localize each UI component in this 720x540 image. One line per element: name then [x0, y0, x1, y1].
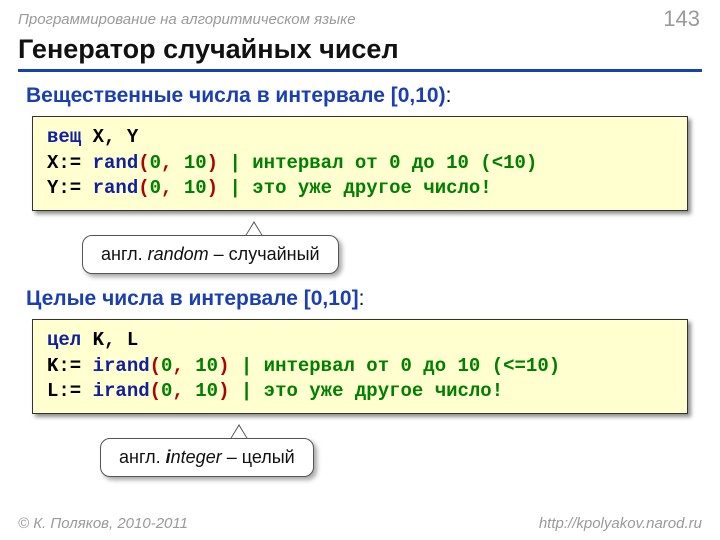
- callout-real-wrap: англ. random – случайный: [0, 223, 720, 285]
- callout-text: – случайный: [209, 244, 320, 264]
- code-token: 0: [161, 355, 172, 377]
- code-token: (: [138, 152, 149, 174]
- heading-real-text: Вещественные числа в интервале [0,10): [26, 84, 446, 107]
- callout-word: random: [148, 244, 209, 264]
- callout-int-wrap: англ. integer – целый: [0, 426, 720, 488]
- colon: :: [359, 287, 365, 310]
- code-token: ): [207, 152, 218, 174]
- heading-real: Вещественные числа в интервале [0,10):: [26, 84, 698, 108]
- code-token: 10: [195, 380, 218, 402]
- code-comment: | интервал от 0 до 10 (<=10): [229, 355, 560, 377]
- code-token: X:=: [47, 152, 93, 174]
- course-title: Программирование на алгоритмическом язык…: [18, 11, 356, 28]
- code-token: ,: [161, 177, 184, 199]
- callout-tail: [245, 221, 263, 236]
- callout-integer: англ. integer – целый: [100, 438, 314, 477]
- code-token: ,: [161, 152, 184, 174]
- code-token: 0: [150, 152, 161, 174]
- colon: :: [446, 84, 452, 107]
- slide: { "top": { "course": "Программирование н…: [0, 0, 720, 540]
- code-comment: | это уже другое число!: [218, 177, 492, 199]
- code-int: цел K, L K:= irand(0, 10) | интервал от …: [32, 319, 688, 414]
- code-token: ): [218, 380, 229, 402]
- code-token: вещ: [47, 126, 81, 148]
- code-token: 10: [184, 152, 207, 174]
- heading-int-text: Целые числа в интервале [0,10]: [26, 287, 359, 310]
- code-token: ,: [172, 380, 195, 402]
- code-token: rand: [93, 177, 139, 199]
- code-token: ): [207, 177, 218, 199]
- code-real: вещ X, Y X:= rand(0, 10) | интервал от 0…: [32, 116, 688, 211]
- code-comment: | интервал от 0 до 10 (<10): [218, 152, 537, 174]
- code-token: (: [150, 355, 161, 377]
- code-token: K, L: [81, 329, 138, 351]
- callout-text: англ.: [101, 244, 148, 264]
- callout-rest: nteger: [171, 447, 222, 467]
- callout-random: англ. random – случайный: [82, 235, 339, 274]
- footer-left: © К. Поляков, 2010-2011: [18, 515, 188, 532]
- code-token: 0: [150, 177, 161, 199]
- heading-int: Целые числа в интервале [0,10]:: [26, 287, 698, 311]
- callout-tail: [230, 424, 248, 439]
- code-token: 10: [195, 355, 218, 377]
- footer-right: http://kpolyakov.narod.ru: [539, 515, 702, 532]
- callout-text: англ.: [119, 447, 166, 467]
- code-token: L:=: [47, 380, 93, 402]
- page-number: 143: [663, 6, 700, 32]
- top-bar: Программирование на алгоритмическом язык…: [0, 0, 720, 34]
- code-token: Y:=: [47, 177, 93, 199]
- code-token: 0: [161, 380, 172, 402]
- code-token: цел: [47, 329, 81, 351]
- code-token: (: [138, 177, 149, 199]
- footer: © К. Поляков, 2010-2011 http://kpolyakov…: [0, 515, 720, 532]
- code-token: 10: [184, 177, 207, 199]
- code-token: irand: [93, 380, 150, 402]
- code-token: ): [218, 355, 229, 377]
- code-token: rand: [93, 152, 139, 174]
- code-token: (: [150, 380, 161, 402]
- code-token: K:=: [47, 355, 93, 377]
- code-token: X, Y: [81, 126, 138, 148]
- code-token: ,: [172, 355, 195, 377]
- code-comment: | это уже другое число!: [229, 380, 503, 402]
- callout-text: – целый: [222, 447, 295, 467]
- code-token: irand: [93, 355, 150, 377]
- callout-word: integer: [166, 447, 222, 467]
- slide-title: Генератор случайных чисел: [18, 34, 702, 72]
